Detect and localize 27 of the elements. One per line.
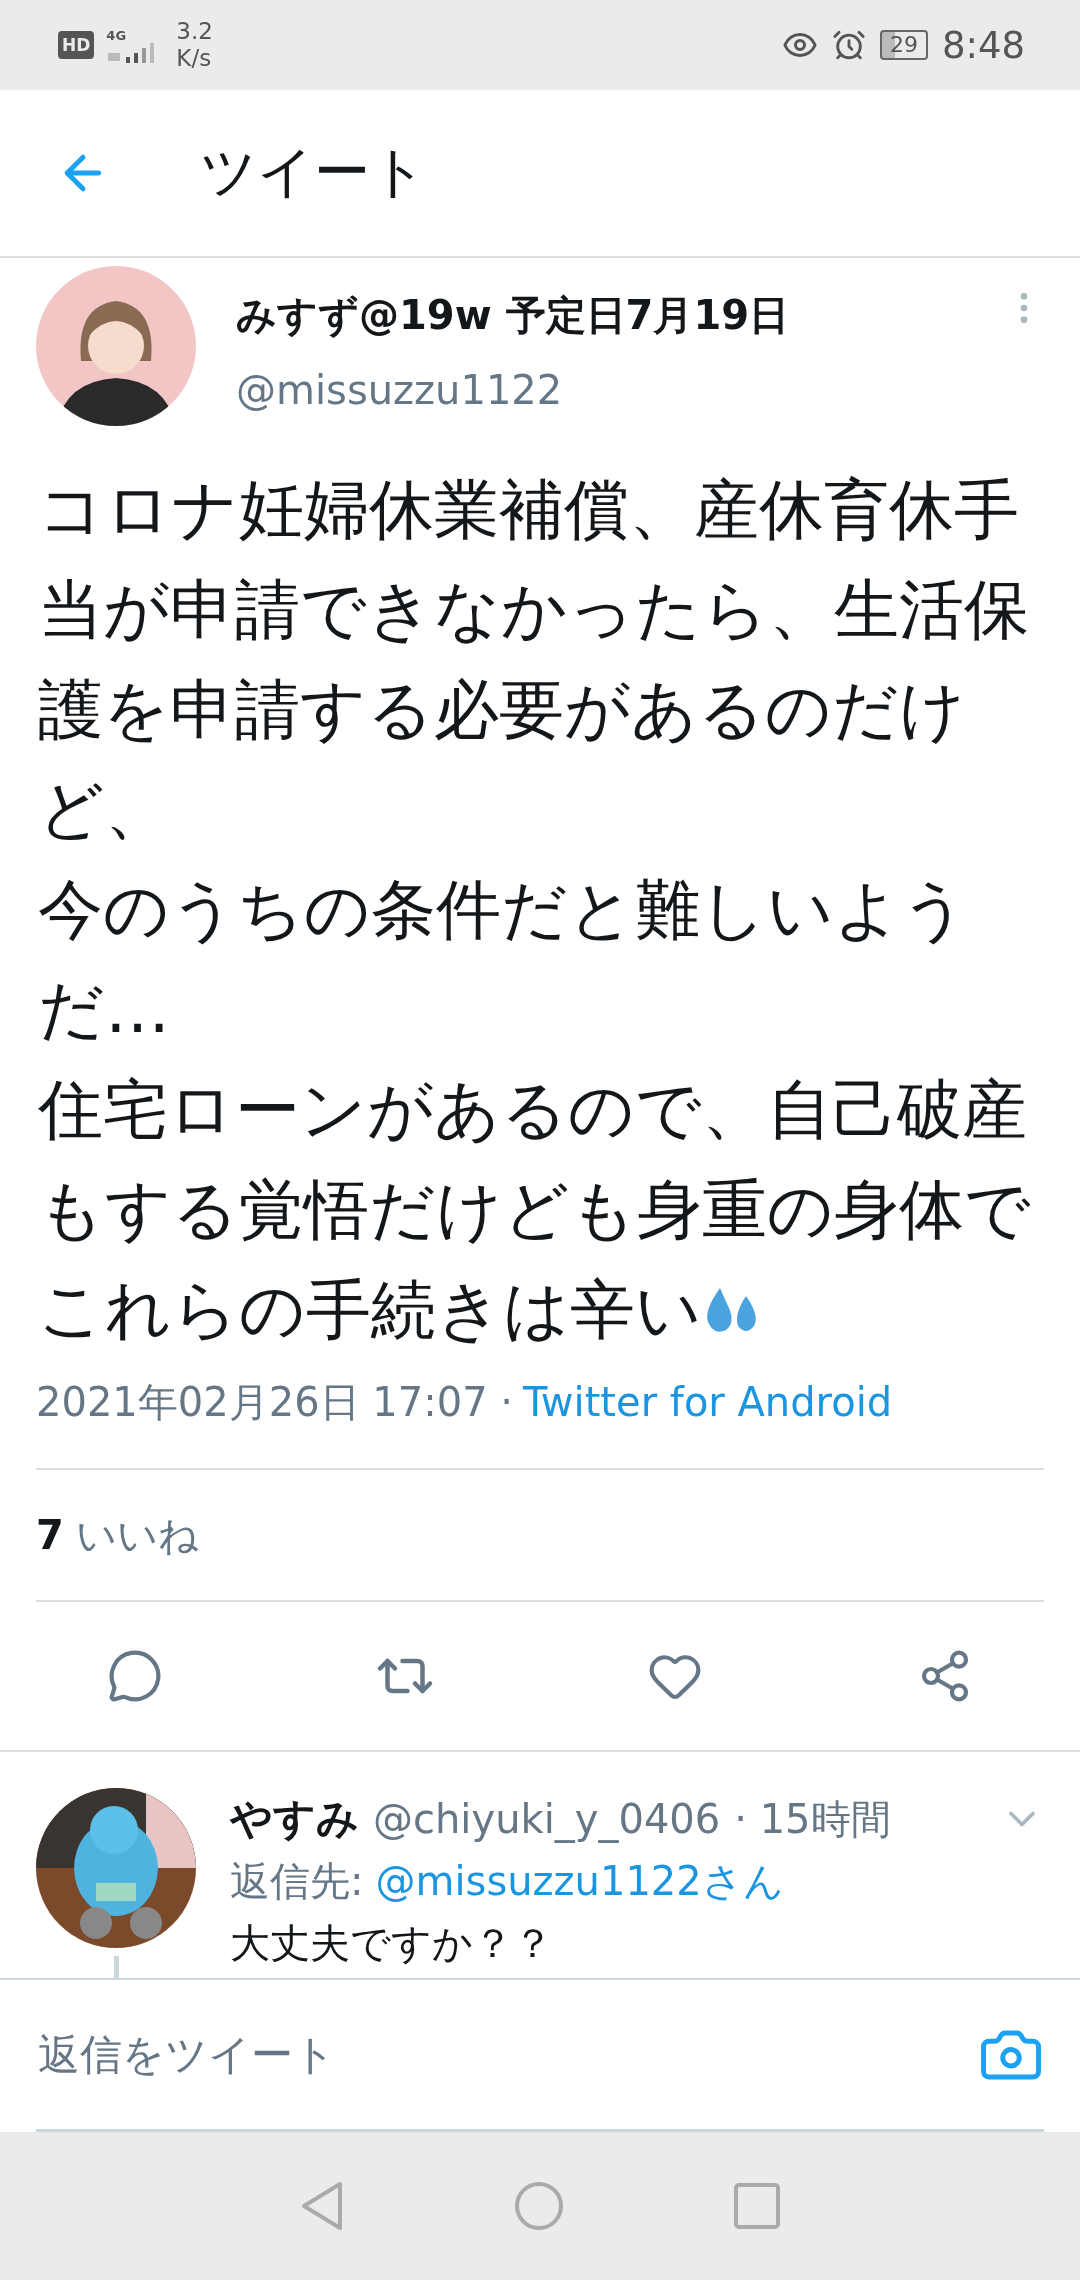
- clock-time: 8:48: [941, 23, 1025, 67]
- back-nav-icon[interactable]: [300, 2181, 344, 2231]
- battery-level: 29: [879, 30, 928, 60]
- source-link[interactable]: Twitter for Android: [523, 1372, 893, 1432]
- author-handle[interactable]: @missuzzu1122: [236, 367, 1004, 413]
- author-name[interactable]: みすず@19w 予定日7月19日: [236, 288, 1004, 343]
- hd-badge: HD: [58, 31, 95, 59]
- tweet-text: コロナ妊婦休業補償、産休育休手当が申請できなかったら、生活保護を申請する必要があるのだけど、: [38, 471, 1030, 849]
- speed-unit: K/s: [176, 45, 213, 72]
- alarm-icon: [831, 28, 866, 62]
- reply-icon[interactable]: [107, 1648, 163, 1704]
- reply-to-link[interactable]: @missuzzu1122さん: [375, 1850, 784, 1912]
- recents-nav-icon[interactable]: [734, 2183, 780, 2229]
- speed-value: 3.2: [176, 18, 213, 45]
- reply-author-name[interactable]: やすみ: [230, 1788, 359, 1850]
- reply-text: 大丈夫ですか？？: [230, 1919, 554, 1968]
- like-count[interactable]: 7: [36, 1512, 64, 1558]
- tweet-text: 今のうちの条件だと難しいようだ…: [38, 871, 969, 1049]
- reply-to-label: 返信先:: [230, 1857, 364, 1906]
- network-type: 4G: [106, 27, 128, 43]
- home-nav-icon[interactable]: [514, 2181, 564, 2231]
- tweet-text: 住宅ローンがあるので、自己破産もする覚悟だけども身重の身体でこれらの手続きは辛い: [38, 1071, 1032, 1349]
- page-title: ツイート: [200, 138, 427, 206]
- reply-time: · 15時間: [734, 1795, 891, 1844]
- like-label[interactable]: いいね: [75, 1507, 199, 1563]
- tweet-timestamp: 2021年02月26日 17:07 ·: [36, 1378, 513, 1427]
- reply-author-handle[interactable]: @chiyuki_y_0406: [373, 1788, 721, 1850]
